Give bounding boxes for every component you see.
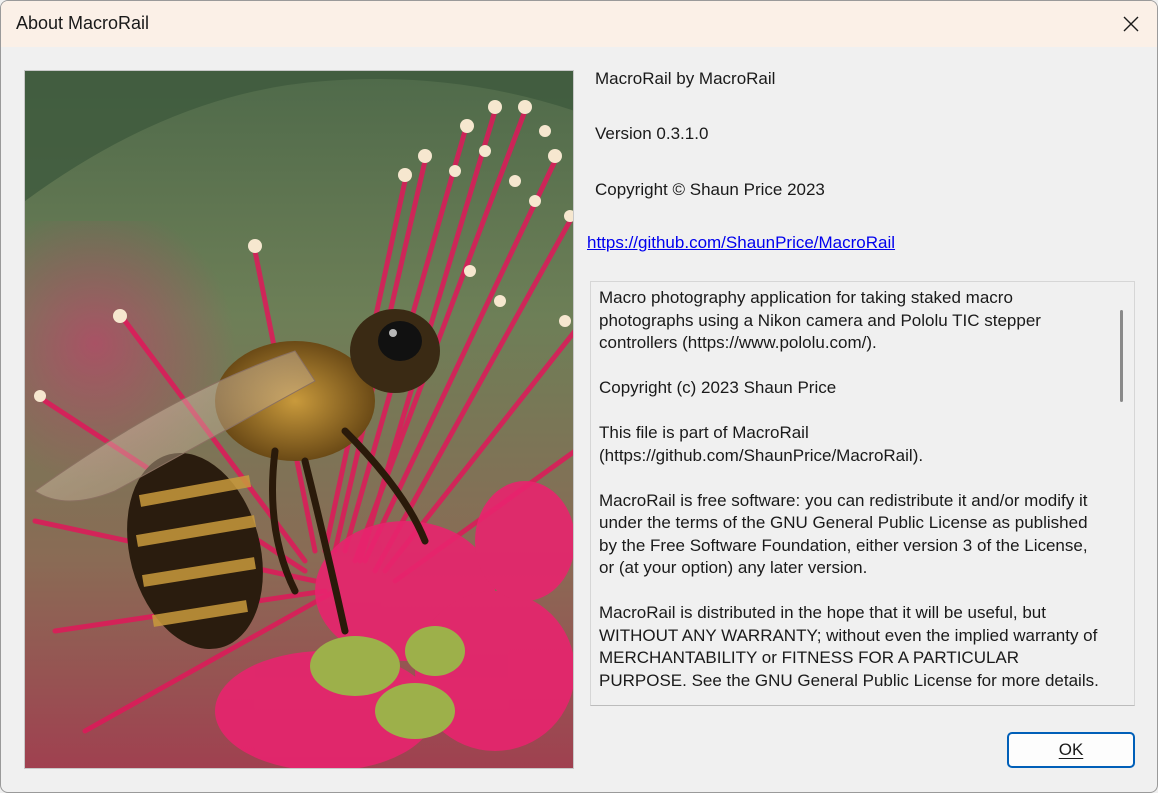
about-dialog: About MacroRail MacroRail by MacroRail V… — [0, 0, 1158, 793]
window-title: About MacroRail — [16, 13, 150, 33]
title-bar: About MacroRail — [1, 1, 1157, 47]
logo-image — [24, 70, 574, 769]
version-label: Version 0.3.1.0 — [595, 124, 709, 143]
ok-button-label: OK — [1058, 740, 1084, 759]
vertical-scrollbar[interactable] — [1108, 282, 1134, 705]
product-name: MacroRail by MacroRail — [595, 69, 776, 88]
close-icon — [1123, 16, 1139, 32]
copyright-label: Copyright © Shaun Price 2023 — [595, 180, 825, 199]
ok-button[interactable]: OK — [1007, 732, 1135, 768]
close-button[interactable] — [1105, 1, 1157, 47]
repository-link[interactable]: https://github.com/ShaunPrice/MacroRail — [587, 233, 895, 253]
description-text: Macro photography application for taking… — [599, 288, 1099, 690]
scroll-thumb[interactable] — [1120, 310, 1123, 402]
description-textbox[interactable]: Macro photography application for taking… — [590, 281, 1135, 706]
